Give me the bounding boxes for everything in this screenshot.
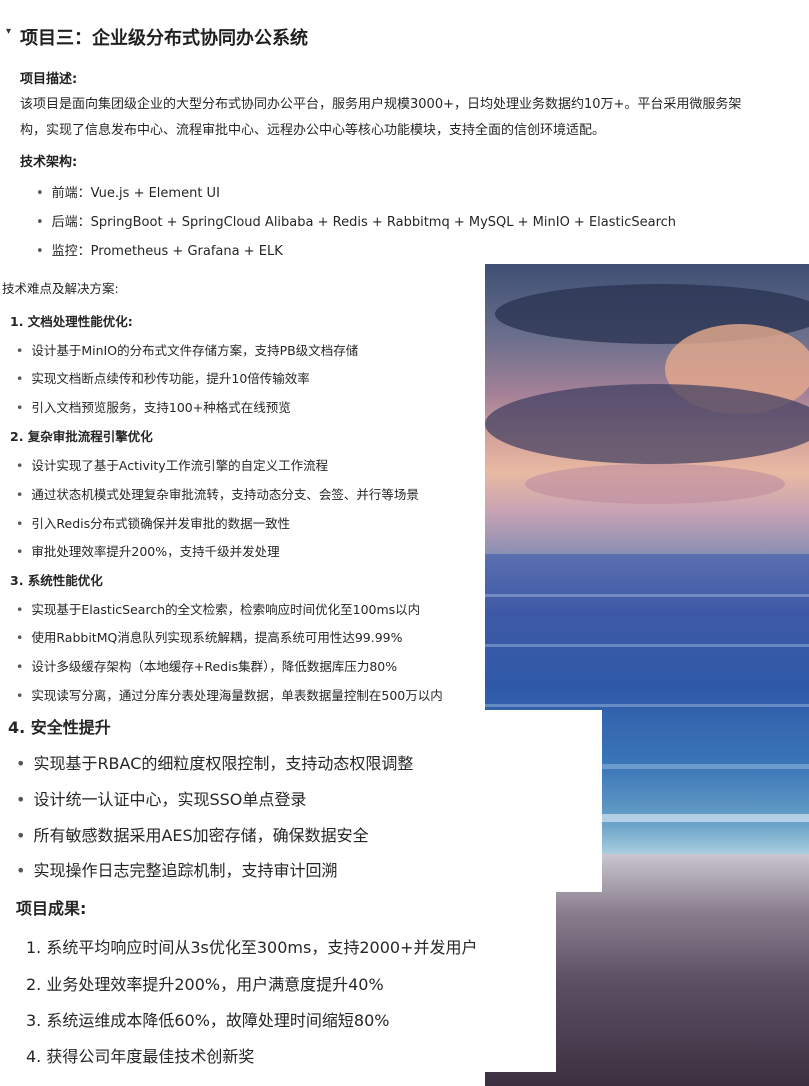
security-panel: 4. 安全性提升 • 实现基于RBAC的细粒度权限控制，支持动态权限调整 • 设计统… bbox=[0, 710, 602, 892]
list-item: • 实现基于ElasticSearch的全文检索，检索响应时间优化至100ms以内 bbox=[16, 602, 421, 617]
arch-item: • 前端：Vue.js + Element UI bbox=[36, 186, 220, 201]
result-item: 3. 系统运维成本降低60%，故障处理时间缩短80% bbox=[26, 1011, 390, 1030]
list-item: • 审批处理效率提升200%，支持千级并发处理 bbox=[16, 544, 280, 559]
architecture-label: 技术架构: bbox=[20, 155, 78, 170]
arch-item: • 后端：SpringBoot + SpringCloud Alibaba + R… bbox=[36, 215, 677, 230]
results-label: 项目成果: bbox=[16, 899, 87, 918]
arch-item: • 监控：Prometheus + Grafana + ELK bbox=[36, 244, 283, 259]
group-title: 2. 复杂审批流程引擎优化 bbox=[10, 429, 153, 444]
results-panel: 项目成果: 1. 系统平均响应时间从3s优化至300ms，支持2000+并发用户… bbox=[0, 892, 556, 1072]
description-label: 项目描述: bbox=[20, 72, 78, 87]
list-item: • 设计多级缓存架构（本地缓存+Redis集群），降低数据库压力80% bbox=[16, 659, 398, 674]
project-title: 项目三：企业级分布式协同办公系统 bbox=[20, 28, 308, 49]
list-item: • 设计统一认证中心，实现SSO单点登录 bbox=[16, 790, 307, 809]
list-item: • 引入Redis分布式锁确保并发审批的数据一致性 bbox=[16, 516, 291, 531]
list-item: • 所有敏感数据采用AES加密存储，确保数据安全 bbox=[16, 826, 369, 845]
result-item: 1. 系统平均响应时间从3s优化至300ms，支持2000+并发用户 bbox=[26, 938, 478, 957]
result-item: 2. 业务处理效率提升200%，用户满意度提升40% bbox=[26, 975, 384, 994]
project-overview-panel: ▾ 项目三：企业级分布式协同办公系统 项目描述: 该项目是面向集团级企业的大型分… bbox=[0, 0, 809, 264]
list-item: • 实现操作日志完整追踪机制，支持审计回溯 bbox=[16, 861, 338, 880]
list-item: • 引入文档预览服务，支持100+种格式在线预览 bbox=[16, 400, 291, 415]
tech-challenges-panel: 技术难点及解决方案: 1. 文档处理性能优化: • 设计基于MinIO的分布式文件… bbox=[0, 264, 485, 710]
sky bbox=[485, 264, 809, 554]
list-item: • 实现文档断点续传和秒传功能，提升10倍传输效率 bbox=[16, 371, 310, 386]
list-item: • 设计实现了基于Activity工作流引擎的自定义工作流程 bbox=[16, 458, 329, 473]
group-title: 4. 安全性提升 bbox=[8, 718, 111, 737]
list-item: • 通过状态机模式处理复杂审批流转，支持动态分支、会签、并行等场景 bbox=[16, 487, 419, 502]
challenges-label: 技术难点及解决方案: bbox=[2, 281, 119, 296]
list-item: • 实现读写分离，通过分库分表处理海量数据，单表数据量控制在500万以内 bbox=[16, 688, 443, 703]
result-item: 4. 获得公司年度最佳技术创新奖 bbox=[26, 1047, 255, 1066]
list-item: • 使用RabbitMQ消息队列实现系统解耦，提高系统可用性达99.99% bbox=[16, 630, 403, 645]
group-title: 1. 文档处理性能优化: bbox=[10, 314, 133, 329]
group-title: 3. 系统性能优化 bbox=[10, 573, 103, 588]
description-line-2: 构，实现了信息发布中心、流程审批中心、远程办公中心等核心功能模块，支持全面的信创… bbox=[20, 123, 606, 138]
collapse-triangle-icon[interactable]: ▾ bbox=[6, 26, 11, 37]
description-line-1: 该项目是面向集团级企业的大型分布式协同办公平台，服务用户规模3000+，日均处理… bbox=[20, 97, 742, 112]
list-item: • 实现基于RBAC的细粒度权限控制，支持动态权限调整 bbox=[16, 754, 414, 773]
list-item: • 设计基于MinIO的分布式文件存储方案，支持PB级文档存储 bbox=[16, 343, 359, 358]
